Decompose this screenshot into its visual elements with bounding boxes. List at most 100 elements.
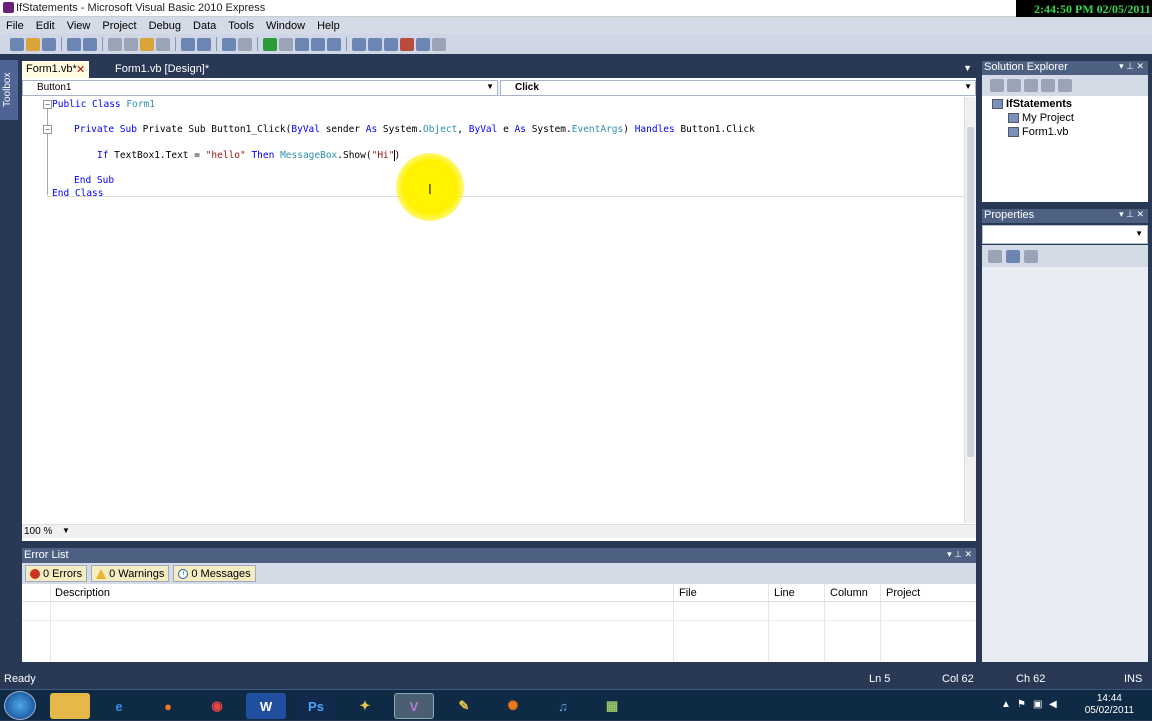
tree-item-my-project[interactable]: My Project	[1008, 112, 1074, 124]
chevron-down-icon: ▼	[964, 82, 972, 91]
tab-dropdown-icon[interactable]: ▼	[963, 63, 972, 73]
stop-icon[interactable]	[279, 37, 293, 51]
avast-icon[interactable]: ✺	[493, 693, 533, 719]
volume-icon[interactable]: ◀	[1049, 699, 1057, 710]
internet-explorer-icon[interactable]: e	[99, 693, 139, 719]
window-controls-icon[interactable]: ▾ ⊥ ✕	[1119, 209, 1144, 220]
photoshop-icon[interactable]: Ps	[296, 693, 336, 719]
error-list-toolbar: 0 Errors 0 Warnings i0 Messages	[22, 563, 976, 584]
menu-window[interactable]: Window	[260, 20, 311, 32]
collapse-icon[interactable]: −	[43, 125, 52, 134]
toolbar-options-icon[interactable]	[432, 37, 446, 51]
view-designer-icon[interactable]	[1058, 79, 1072, 92]
open-file-icon[interactable]	[26, 37, 40, 51]
itunes-icon[interactable]: ♫	[543, 693, 583, 719]
app-icon[interactable]: ✎	[444, 693, 484, 719]
step-into-icon[interactable]	[295, 37, 309, 51]
chevron-down-icon[interactable]: ▼	[62, 526, 70, 535]
start-debugging-icon[interactable]	[263, 37, 277, 51]
menu-edit[interactable]: Edit	[30, 20, 61, 32]
properties-icon[interactable]	[990, 79, 1004, 92]
property-pages-icon[interactable]	[1024, 249, 1038, 263]
uncomment-icon[interactable]	[197, 37, 211, 51]
messages-filter-button[interactable]: i0 Messages	[173, 565, 256, 582]
close-icon[interactable]: ✕	[76, 63, 85, 76]
step-over-icon[interactable]	[311, 37, 325, 51]
scrollbar-thumb[interactable]	[967, 127, 974, 457]
word-icon[interactable]: W	[246, 693, 286, 719]
tab-form1-vb[interactable]: Form1.vb* ✕	[22, 61, 89, 78]
menu-project[interactable]: Project	[96, 20, 142, 32]
windows-explorer-icon[interactable]	[50, 693, 90, 719]
toolbox-tab[interactable]: Toolbox	[0, 60, 18, 120]
toolbar-separator	[175, 37, 176, 51]
window-controls-icon[interactable]: ▾ ⊥ ✕	[947, 549, 972, 560]
tree-item-solution[interactable]: IfStatements	[992, 98, 1072, 110]
column-column[interactable]: Column	[830, 587, 868, 599]
properties-object-dropdown[interactable]: ▼	[982, 225, 1148, 244]
undo-icon[interactable]	[222, 37, 236, 51]
code-text-area[interactable]: − − Public Class Form1 Private Sub Priva…	[22, 97, 964, 523]
app-icon[interactable]: ✦	[345, 693, 385, 719]
chevron-down-icon: ▼	[1135, 229, 1143, 238]
menu-view[interactable]: View	[61, 20, 97, 32]
menu-file[interactable]: File	[0, 20, 30, 32]
firefox-icon[interactable]: ●	[148, 693, 188, 719]
solution-explorer-toolbar	[982, 75, 1148, 96]
redo-icon[interactable]	[238, 37, 252, 51]
properties-window-icon[interactable]	[368, 37, 382, 51]
save-icon[interactable]	[67, 37, 81, 51]
ibeam-cursor-icon: I	[428, 183, 432, 198]
zoom-level[interactable]: 100 %	[24, 526, 52, 537]
menu-help[interactable]: Help	[311, 20, 346, 32]
add-item-icon[interactable]	[42, 37, 56, 51]
column-description[interactable]: Description	[55, 587, 110, 599]
windows-start-icon[interactable]	[4, 691, 36, 720]
column-project[interactable]: Project	[886, 587, 920, 599]
object-browser-icon[interactable]	[384, 37, 398, 51]
class-name-dropdown[interactable]: Button1 ▼	[22, 80, 498, 96]
solution-explorer-title: Solution Explorer	[984, 61, 1068, 73]
tray-clock[interactable]: 14:44 05/02/2011	[1085, 693, 1134, 717]
copy-icon[interactable]	[124, 37, 138, 51]
visual-basic-icon[interactable]: V	[394, 693, 434, 719]
chrome-icon[interactable]: ◉	[197, 693, 237, 719]
tab-form1-design[interactable]: Form1.vb [Design]*	[111, 61, 213, 78]
toolbox-icon[interactable]	[400, 37, 414, 51]
show-hidden-icons-icon[interactable]: ▲	[1001, 699, 1011, 710]
menu-tools[interactable]: Tools	[222, 20, 260, 32]
column-divider	[880, 584, 881, 662]
error-list-icon[interactable]	[416, 37, 430, 51]
method-name-dropdown[interactable]: Click ▼	[500, 80, 976, 96]
save-all-icon[interactable]	[83, 37, 97, 51]
categorized-icon[interactable]	[988, 249, 1002, 263]
navigation-bar: Button1 ▼ Click ▼	[22, 80, 976, 96]
find-icon[interactable]	[156, 37, 170, 51]
comment-icon[interactable]	[181, 37, 195, 51]
app-icon[interactable]: ▦	[592, 693, 632, 719]
code-editor[interactable]: Button1 ▼ Click ▼ − − Public Class Form1…	[22, 78, 976, 541]
column-file[interactable]: File	[679, 587, 697, 599]
errors-filter-button[interactable]: 0 Errors	[25, 565, 88, 582]
vertical-scrollbar[interactable]	[964, 97, 976, 523]
horizontal-scrollbar[interactable]: 100 % ▼	[22, 524, 976, 538]
flag-icon[interactable]: ⚑	[1017, 699, 1026, 710]
view-code-icon[interactable]	[1041, 79, 1055, 92]
column-line[interactable]: Line	[774, 587, 795, 599]
tree-item-form1[interactable]: Form1.vb	[1008, 126, 1068, 138]
new-project-icon[interactable]	[10, 37, 24, 51]
refresh-icon[interactable]	[1024, 79, 1038, 92]
network-icon[interactable]: ▣	[1033, 699, 1042, 710]
info-icon: i	[178, 568, 189, 579]
collapse-icon[interactable]: −	[43, 100, 52, 109]
solution-explorer-icon[interactable]	[352, 37, 366, 51]
window-controls-icon[interactable]: ▾ ⊥ ✕	[1119, 61, 1144, 72]
paste-icon[interactable]	[140, 37, 154, 51]
alphabetical-icon[interactable]	[1006, 249, 1020, 263]
cut-icon[interactable]	[108, 37, 122, 51]
show-all-files-icon[interactable]	[1007, 79, 1021, 92]
menu-debug[interactable]: Debug	[143, 20, 187, 32]
step-out-icon[interactable]	[327, 37, 341, 51]
warnings-filter-button[interactable]: 0 Warnings	[91, 565, 170, 582]
menu-data[interactable]: Data	[187, 20, 222, 32]
